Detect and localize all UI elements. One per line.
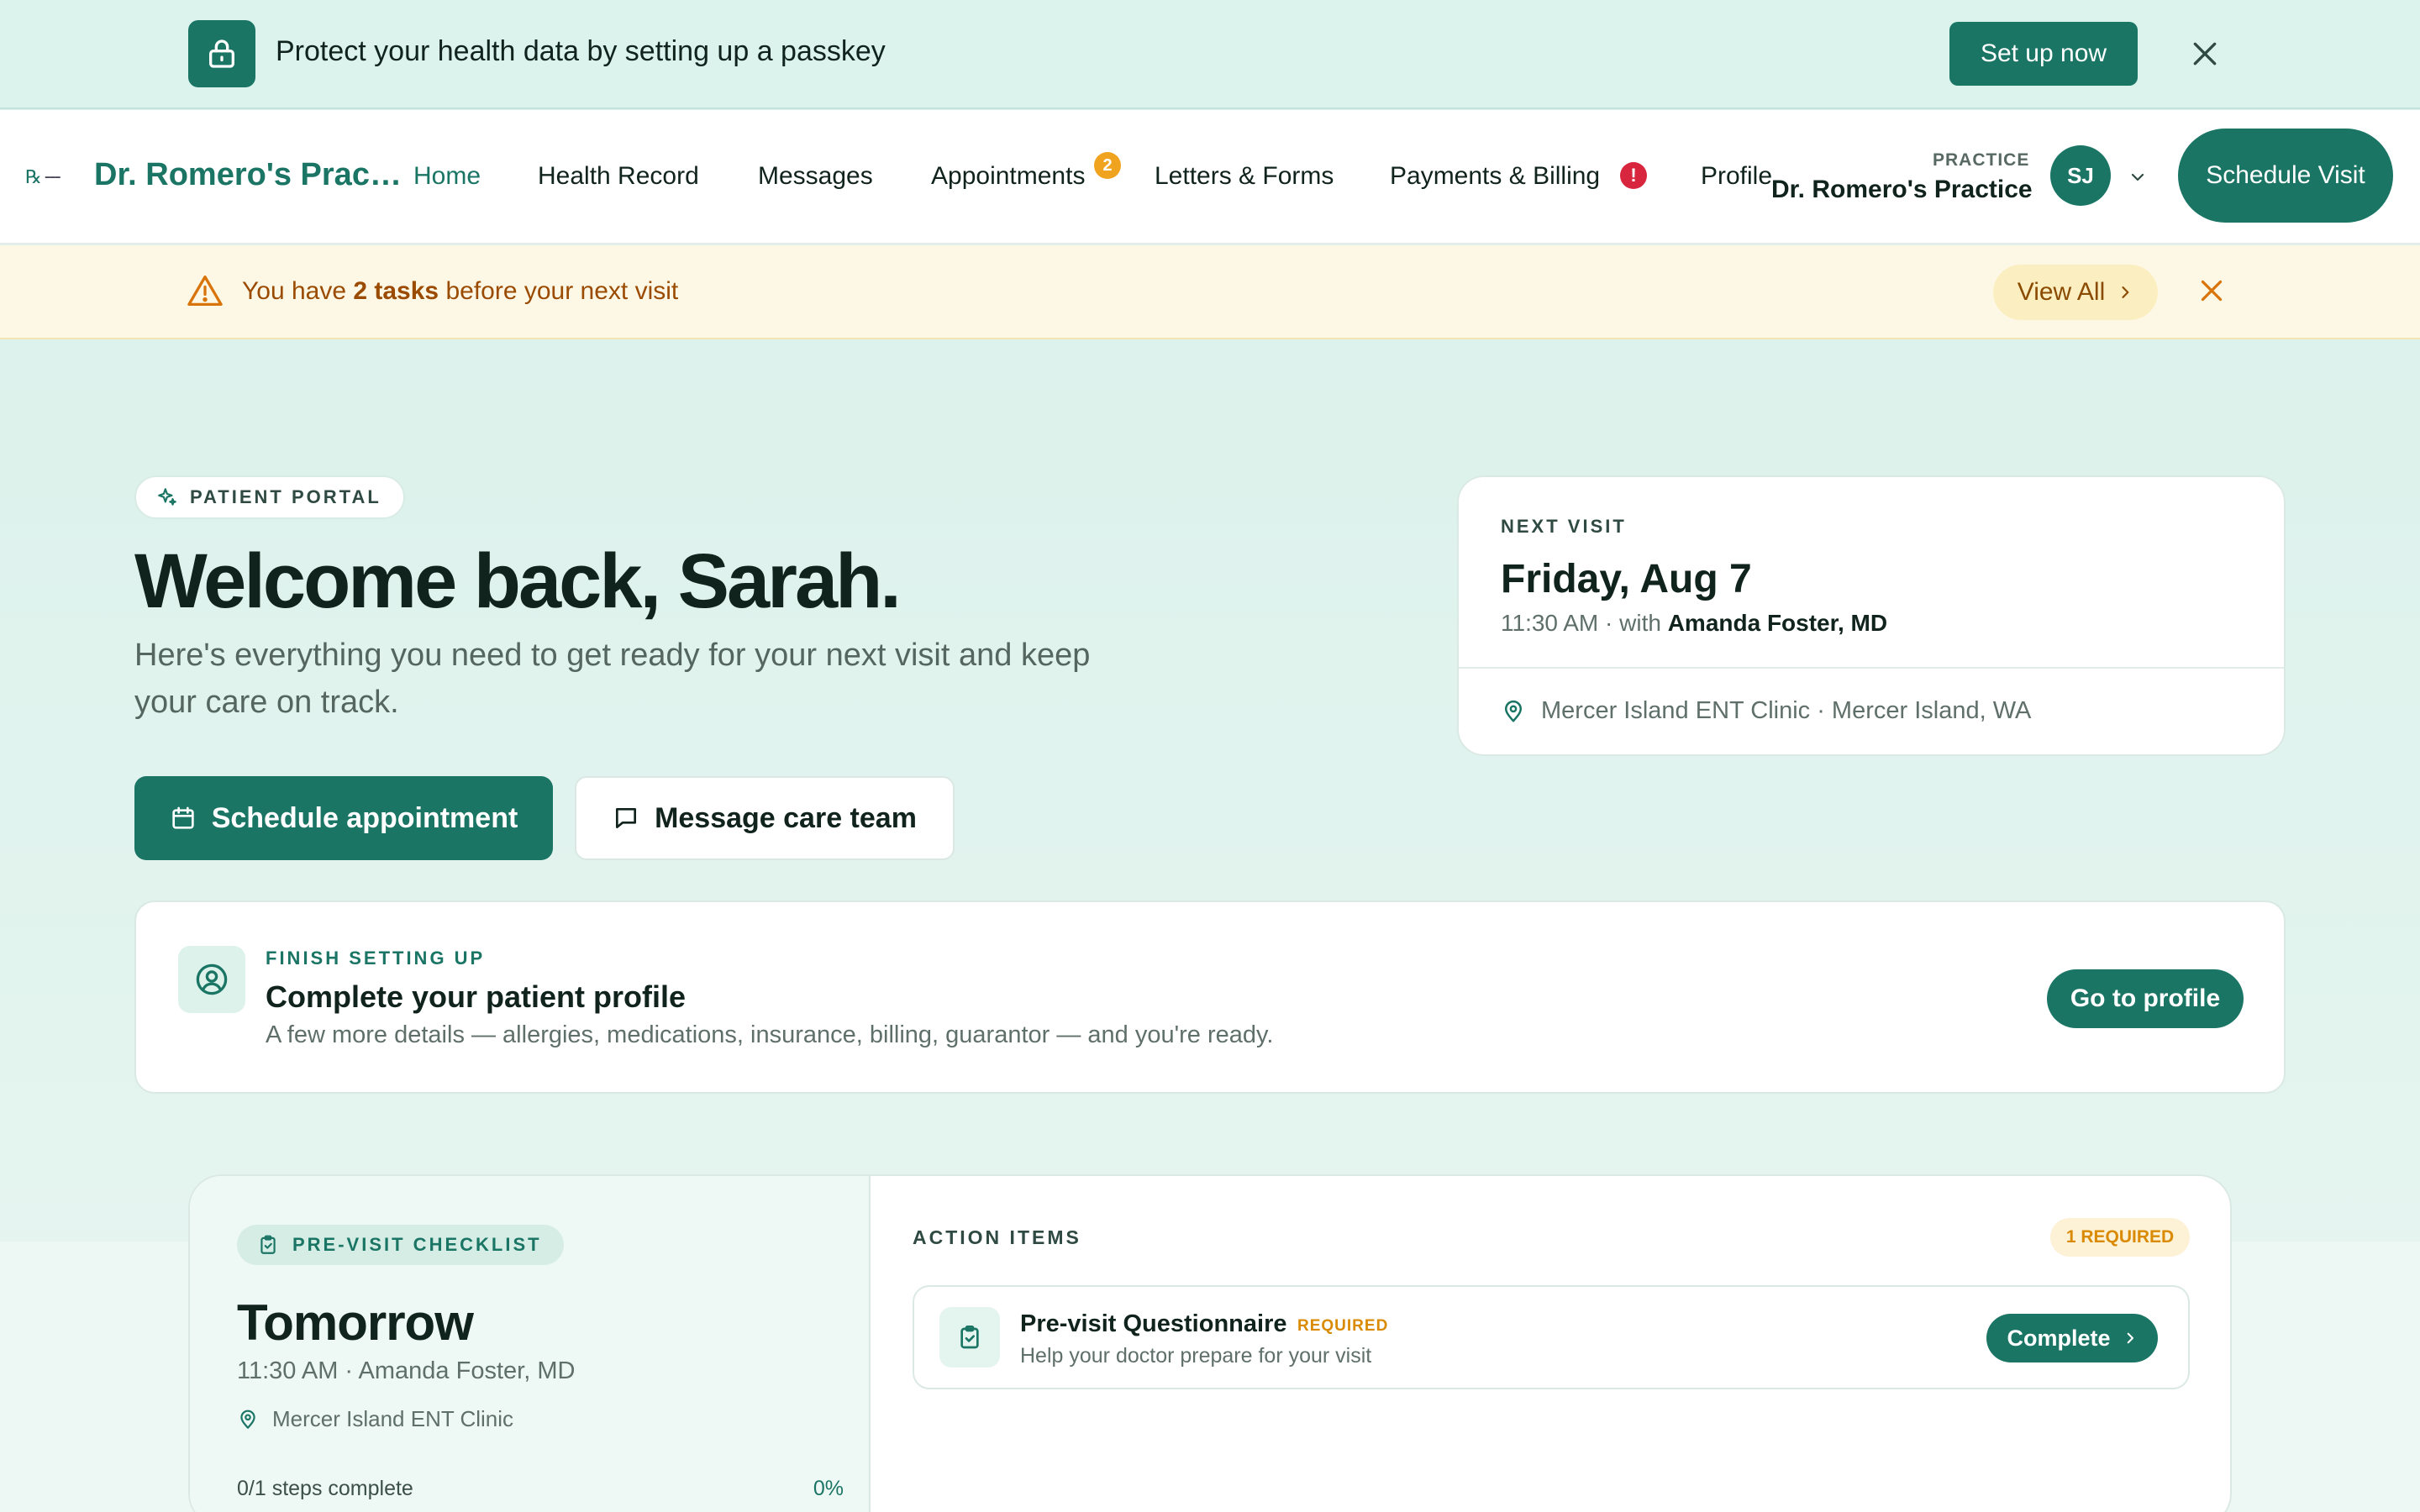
chevron-right-icon bbox=[2122, 286, 2129, 298]
practice-title[interactable]: Dr. Romero's Practice bbox=[94, 157, 405, 193]
clipboard-check-icon bbox=[260, 1235, 276, 1254]
practice-logo[interactable]: ℞ ▬▬▬ bbox=[25, 166, 84, 188]
action-items-label: ACTION ITEMS bbox=[913, 1226, 1081, 1248]
tasks-count: 2 tasks bbox=[353, 277, 439, 305]
checklist-chip-label: PRE-VISIT CHECKLIST bbox=[292, 1234, 542, 1255]
welcome-subtitle: Here's everything you need to get ready … bbox=[134, 638, 1091, 720]
card-divider bbox=[1459, 667, 2284, 669]
sparkle-icon bbox=[158, 488, 176, 506]
setup-passkey-button[interactable]: Set up now bbox=[1949, 22, 2138, 86]
warning-icon bbox=[187, 274, 224, 307]
nav-health-record[interactable]: Health Record bbox=[538, 162, 699, 191]
passkey-message: Protect your health data by setting up a… bbox=[276, 35, 886, 67]
complete-questionnaire-button[interactable]: Complete bbox=[1986, 1314, 2158, 1362]
nav-messages[interactable]: Messages bbox=[758, 162, 873, 191]
close-passkey-banner-icon[interactable] bbox=[2188, 37, 2222, 71]
close-tasks-banner-icon[interactable] bbox=[2196, 276, 2227, 306]
map-pin-icon bbox=[240, 1410, 255, 1429]
next-visit-time: 11:30 AM · with Amanda Foster, MD bbox=[1501, 610, 1888, 636]
nav-profile[interactable]: Profile bbox=[1701, 162, 1772, 191]
next-visit-label: NEXT VISIT bbox=[1501, 516, 1627, 537]
appointments-badge: 2 bbox=[1094, 152, 1121, 179]
pre-visit-checklist: PRE-VISIT CHECKLIST Tomorrow 11:30 AM · … bbox=[190, 1176, 871, 1512]
profile-setup-card: FINISH SETTING UP Complete your patient … bbox=[134, 900, 2286, 1094]
map-pin-icon bbox=[1505, 700, 1522, 722]
checklist-when: Tomorrow bbox=[237, 1294, 474, 1351]
profile-setup-eyebrow: FINISH SETTING UP bbox=[266, 948, 486, 969]
checklist-steps: 0/1 steps complete bbox=[237, 1477, 413, 1500]
nav-letters-forms[interactable]: Letters & Forms bbox=[1155, 162, 1334, 191]
passkey-banner: Protect your health data by setting up a… bbox=[0, 0, 2420, 109]
view-all-label: View All bbox=[2017, 278, 2106, 306]
checklist-clinic: Mercer Island ENT Clinic bbox=[237, 1406, 513, 1432]
next-visit-provider: Amanda Foster, MD bbox=[1667, 610, 1888, 636]
message-care-team-label: Message care team bbox=[655, 801, 917, 834]
pre-visit-checklist-chip: PRE-VISIT CHECKLIST bbox=[237, 1225, 564, 1265]
practice-switcher-name[interactable]: Dr. Romero's Practice bbox=[1771, 176, 2033, 204]
complete-label: Complete bbox=[2007, 1325, 2111, 1351]
checklist-clinic-name: Mercer Island ENT Clinic bbox=[272, 1406, 514, 1431]
patient-portal-label: PATIENT PORTAL bbox=[190, 486, 381, 507]
user-circle-icon bbox=[178, 946, 245, 1013]
checklist-percent: 0% bbox=[813, 1477, 844, 1500]
profile-setup-description: A few more details — allergies, medicati… bbox=[266, 1021, 1274, 1048]
next-visit-time-value: 11:30 AM bbox=[1501, 610, 1599, 636]
message-icon bbox=[616, 808, 637, 828]
action-item-subtitle: Help your doctor prepare for your visit bbox=[1020, 1344, 1372, 1368]
action-item-title: Pre-visit Questionnaire bbox=[1020, 1310, 1287, 1337]
rx-logo-icon: ℞ bbox=[25, 166, 42, 188]
required-tag: REQUIRED bbox=[1297, 1317, 1389, 1335]
billing-alert-icon: ! bbox=[1620, 162, 1647, 189]
nav-home[interactable]: Home bbox=[413, 162, 481, 191]
clipboard-check-icon bbox=[939, 1307, 1000, 1368]
tasks-banner: You have 2 tasks before your next visit … bbox=[0, 245, 2420, 339]
patient-portal-chip: PATIENT PORTAL bbox=[134, 475, 405, 519]
schedule-appointment-button[interactable]: Schedule appointment bbox=[134, 776, 553, 860]
action-item-row[interactable]: Pre-visit Questionnaire REQUIRED Help yo… bbox=[913, 1285, 2190, 1389]
tasks-suffix: before your next visit bbox=[439, 277, 679, 305]
message-care-team-button[interactable]: Message care team bbox=[575, 776, 955, 860]
tasks-message: You have 2 tasks before your next visit bbox=[242, 277, 678, 306]
next-visit-location: Mercer Island ENT Clinic · Mercer Island… bbox=[1501, 697, 2031, 725]
pre-visit-panel: PRE-VISIT CHECKLIST Tomorrow 11:30 AM · … bbox=[188, 1174, 2232, 1512]
action-items-pane: ACTION ITEMS 1 REQUIRED Pre-visit Questi… bbox=[871, 1176, 2230, 1512]
main-navbar: ℞ ▬▬▬ Dr. Romero's Practice Home Health … bbox=[0, 110, 2420, 244]
logo-wordmark: ▬▬▬ bbox=[45, 175, 60, 180]
nav-payments-billing[interactable]: Payments & Billing bbox=[1390, 162, 1600, 191]
calendar-icon bbox=[172, 806, 194, 829]
nav-appointments[interactable]: Appointments bbox=[931, 162, 1085, 191]
welcome-heading: Welcome back, Sarah. bbox=[134, 538, 902, 624]
tasks-prefix: You have bbox=[242, 277, 354, 305]
chevron-down-icon[interactable] bbox=[2128, 167, 2148, 187]
view-all-tasks-button[interactable]: View All bbox=[1993, 265, 2158, 320]
schedule-visit-button[interactable]: Schedule Visit bbox=[2178, 129, 2393, 223]
user-avatar[interactable]: SJ bbox=[2050, 145, 2111, 206]
next-visit-location-text: Mercer Island ENT Clinic · Mercer Island… bbox=[1541, 697, 2032, 724]
checklist-time-provider: 11:30 AM · Amanda Foster, MD bbox=[237, 1357, 576, 1384]
required-count-chip: 1 REQUIRED bbox=[2050, 1218, 2190, 1257]
next-visit-date: Friday, Aug 7 bbox=[1501, 557, 1752, 601]
next-visit-card[interactable]: NEXT VISIT Friday, Aug 7 11:30 AM · with… bbox=[1457, 475, 2286, 756]
practice-label: PRACTICE bbox=[1933, 150, 2030, 170]
next-visit-with: with bbox=[1619, 610, 1661, 636]
go-to-profile-button[interactable]: Go to profile bbox=[2047, 969, 2244, 1028]
schedule-appointment-label: Schedule appointment bbox=[211, 801, 518, 834]
lock-icon bbox=[188, 20, 255, 87]
profile-setup-title: Complete your patient profile bbox=[266, 979, 687, 1014]
chevron-right-icon bbox=[2127, 1332, 2133, 1344]
